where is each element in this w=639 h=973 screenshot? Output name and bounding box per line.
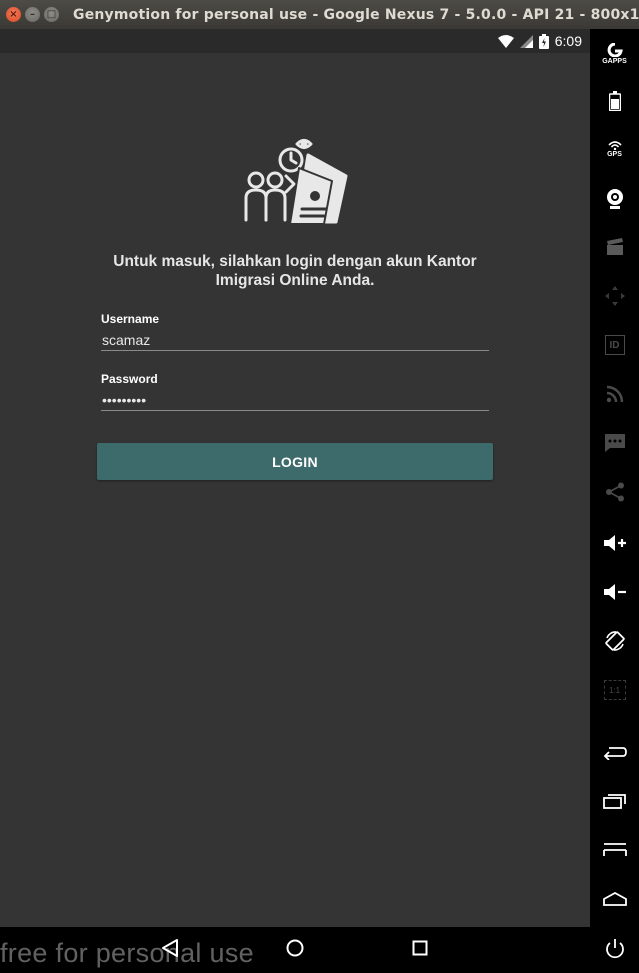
pixel-perfect-icon: 1:1 bbox=[603, 680, 626, 700]
id-card-icon: ID bbox=[604, 335, 625, 355]
password-label: Password bbox=[101, 372, 158, 386]
recents-square-icon bbox=[411, 939, 429, 961]
power-icon bbox=[605, 939, 624, 959]
volume-up-button[interactable] bbox=[590, 526, 639, 560]
back-triangle-icon bbox=[161, 938, 179, 962]
login-intro-text: Untuk masuk, silahkan login dengan akun … bbox=[113, 253, 477, 289]
wifi-icon bbox=[497, 34, 514, 48]
webcam-icon bbox=[606, 189, 623, 209]
back-arrow-icon bbox=[603, 747, 627, 760]
signal-icon bbox=[519, 34, 533, 48]
status-time: 6:09 bbox=[554, 33, 582, 49]
window-titlebar: × – □ Genymotion for personal use - Goog… bbox=[0, 0, 639, 29]
gps-caption: GPS bbox=[607, 150, 622, 158]
id-caption: ID bbox=[609, 339, 620, 351]
power-button[interactable] bbox=[590, 932, 639, 966]
share-icon bbox=[605, 482, 624, 502]
pixel-perfect-caption: 1:1 bbox=[608, 685, 621, 695]
status-bar: 6:09 bbox=[0, 29, 590, 53]
gps-widget-button[interactable]: GPS bbox=[590, 132, 639, 166]
password-field[interactable]: ••••••••• bbox=[101, 391, 489, 411]
minimize-button[interactable]: – bbox=[25, 7, 40, 22]
window-controls: × – □ bbox=[6, 7, 59, 22]
gapps-caption: GAPPS bbox=[602, 58, 627, 65]
sms-button[interactable] bbox=[590, 426, 639, 460]
genymotion-sidebar: GAPPS GPS ID 1:1 bbox=[590, 29, 639, 973]
username-label: Username bbox=[101, 312, 160, 326]
volume-down-button[interactable] bbox=[590, 575, 639, 609]
watermark-text: free for personal use bbox=[0, 938, 254, 968]
close-button[interactable]: × bbox=[6, 7, 21, 22]
android-back-button[interactable] bbox=[590, 735, 639, 769]
app-logo bbox=[242, 136, 348, 228]
login-button[interactable]: LOGIN bbox=[97, 443, 493, 480]
window-title: Genymotion for personal use - Google Nex… bbox=[73, 6, 639, 23]
battery-widget-icon bbox=[608, 91, 621, 111]
menu-icon bbox=[602, 843, 627, 856]
battery-widget-button[interactable] bbox=[590, 84, 639, 118]
maximize-button[interactable]: □ bbox=[44, 7, 59, 22]
move-arrows-icon bbox=[604, 286, 625, 306]
gapps-button[interactable]: GAPPS bbox=[590, 37, 639, 71]
recents-nav-button[interactable] bbox=[408, 939, 432, 961]
webcam-widget-button[interactable] bbox=[590, 182, 639, 216]
device-id-button[interactable]: ID bbox=[590, 328, 639, 362]
battery-icon bbox=[538, 33, 549, 49]
screencast-button[interactable] bbox=[590, 230, 639, 264]
rotate-screen-button[interactable] bbox=[590, 624, 639, 658]
share-button[interactable] bbox=[590, 475, 639, 509]
volume-up-icon bbox=[603, 535, 626, 551]
rotate-device-icon bbox=[604, 631, 625, 651]
android-home-button[interactable] bbox=[590, 882, 639, 916]
username-field[interactable]: scamaz bbox=[101, 331, 489, 351]
recent-apps-icon bbox=[602, 794, 626, 809]
gps-signal-icon bbox=[607, 140, 622, 150]
message-bubble-icon bbox=[604, 434, 625, 452]
menu-button[interactable] bbox=[590, 833, 639, 867]
home-circle-icon bbox=[285, 938, 305, 962]
pixel-perfect-button[interactable]: 1:1 bbox=[590, 673, 639, 707]
home-nav-button[interactable] bbox=[283, 939, 307, 961]
back-nav-button[interactable] bbox=[158, 939, 182, 961]
clapperboard-icon bbox=[606, 238, 623, 255]
home-house-icon bbox=[602, 892, 627, 906]
close-icon: × bbox=[9, 8, 18, 20]
recent-apps-button[interactable] bbox=[590, 784, 639, 818]
maximize-icon: □ bbox=[46, 8, 57, 20]
network-feed-button[interactable] bbox=[590, 377, 639, 411]
gapps-icon bbox=[607, 43, 623, 57]
rss-feed-icon bbox=[606, 385, 623, 403]
volume-down-icon bbox=[603, 584, 626, 600]
minimize-icon: – bbox=[30, 8, 35, 20]
remote-control-button[interactable] bbox=[590, 279, 639, 313]
